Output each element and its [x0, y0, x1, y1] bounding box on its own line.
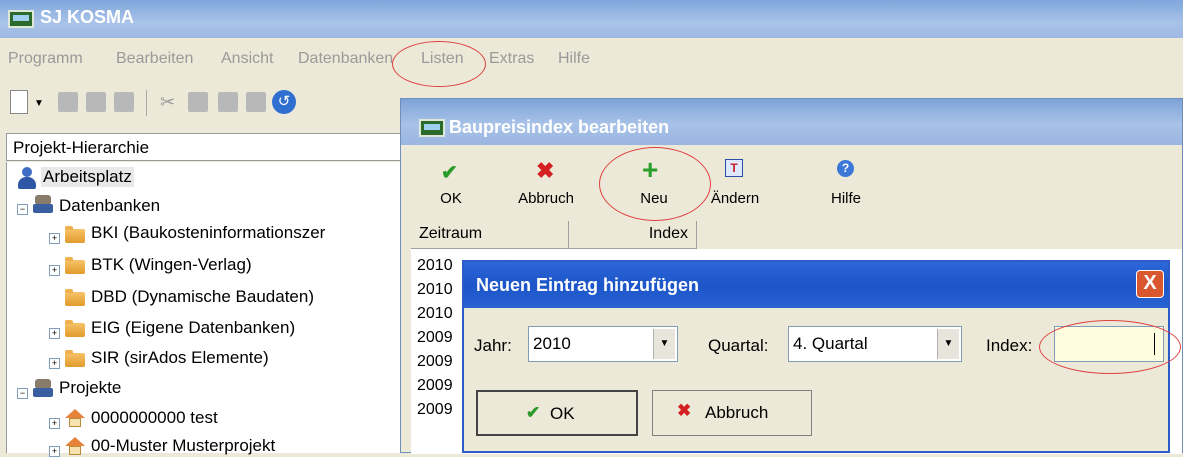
dialog-cancel-button[interactable]: ✖ Abbruch [652, 390, 812, 436]
tree-node-bki[interactable]: BKI (Baukosteninformationszer [91, 223, 325, 243]
baupreisindex-titlebar: Baupreisindex bearbeiten [401, 99, 1182, 145]
check-icon: ✔ [441, 162, 458, 184]
folder-icon [65, 257, 85, 274]
bp-edit-label: Ändern [710, 190, 760, 207]
collapse-icon[interactable]: − [17, 204, 28, 215]
open-icon[interactable] [58, 92, 78, 112]
year-select[interactable]: 2010 ▼ [528, 326, 678, 362]
dialog-titlebar: Neuen Eintrag hinzufügen X [464, 262, 1168, 308]
check-icon: ✔ [526, 403, 541, 422]
x-icon: ✖ [536, 158, 555, 183]
cut-icon[interactable]: ✂ [160, 92, 175, 113]
bp-edit-button[interactable]: T Ändern [705, 154, 765, 214]
database-group-icon [33, 195, 53, 213]
year-label: Jahr: [474, 336, 512, 355]
grid-cell-zeitraum[interactable]: 2009 [417, 401, 453, 419]
refresh-icon[interactable]: ↺ [272, 90, 296, 114]
workstation-icon [17, 167, 37, 189]
help-icon: ? [837, 160, 854, 177]
neu-highlight-circle [599, 147, 711, 221]
paste-icon[interactable] [218, 92, 238, 112]
listen-highlight-circle [392, 41, 486, 87]
project-tree[interactable]: Arbeitsplatz − Datenbanken + BKI (Baukos… [6, 162, 407, 457]
grid-cell-zeitraum[interactable]: 2009 [417, 377, 453, 395]
index-label: Index: [986, 336, 1033, 355]
toolbar: ▼ ✂ ↺ [0, 84, 410, 120]
expand-icon[interactable]: + [49, 233, 60, 244]
dropdown-arrow-icon[interactable]: ▼ [34, 98, 44, 109]
tree-node-sir[interactable]: SIR (sirAdos Elemente) [91, 348, 269, 368]
dialog-ok-button[interactable]: ✔ OK [476, 390, 638, 436]
menu-bearbeiten[interactable]: Bearbeiten [116, 50, 193, 68]
menu-datenbanken[interactable]: Datenbanken [298, 50, 393, 68]
grid-cell-zeitraum[interactable]: 2010 [417, 257, 453, 275]
tree-node-project[interactable]: 00-Muster Musterprojekt [91, 436, 275, 456]
save-icon[interactable] [86, 92, 106, 112]
tree-node-projekte[interactable]: Projekte [59, 378, 121, 398]
grid-cell-zeitraum[interactable]: 2009 [417, 353, 453, 371]
quarter-select[interactable]: 4. Quartal ▼ [788, 326, 962, 362]
index-highlight-circle [1039, 320, 1181, 374]
main-titlebar: SJ KOSMA [0, 0, 1183, 38]
menu-hilfe[interactable]: Hilfe [558, 50, 590, 68]
bp-ok-label: OK [440, 190, 462, 207]
tree-node-eig[interactable]: EIG (Eigene Datenbanken) [91, 318, 295, 338]
delete-icon[interactable] [246, 92, 266, 112]
baupreisindex-title: Baupreisindex bearbeiten [449, 117, 670, 137]
folder-icon [65, 289, 85, 306]
expand-icon[interactable]: + [49, 328, 60, 339]
folder-icon [65, 226, 85, 243]
tree-node-btk[interactable]: BTK (Wingen-Verlag) [91, 255, 252, 275]
close-icon[interactable]: X [1136, 270, 1164, 298]
collapse-icon[interactable]: − [17, 388, 28, 399]
bp-help-label: Hilfe [830, 190, 861, 207]
dialog-ok-label: OK [550, 404, 575, 423]
app-title: SJ KOSMA [40, 7, 135, 27]
expand-icon[interactable]: + [49, 418, 60, 429]
grid-cell-zeitraum[interactable]: 2010 [417, 281, 453, 299]
menu-extras[interactable]: Extras [489, 50, 534, 68]
edit-icon: T [725, 159, 743, 177]
menu-ansicht[interactable]: Ansicht [221, 50, 273, 68]
project-house-icon [65, 437, 85, 455]
grid-cell-zeitraum[interactable]: 2010 [417, 305, 453, 323]
expand-icon[interactable]: + [49, 265, 60, 276]
chevron-down-icon[interactable]: ▼ [653, 329, 675, 359]
bp-cancel-label: Abbruch [518, 190, 574, 207]
column-header-index[interactable]: Index [569, 221, 697, 249]
toolbar-separator [146, 90, 147, 116]
tree-node-dbd[interactable]: DBD (Dynamische Baudaten) [91, 287, 314, 307]
year-value: 2010 [533, 334, 571, 353]
expand-icon[interactable]: + [49, 358, 60, 369]
new-entry-dialog: Neuen Eintrag hinzufügen X Jahr: 2010 ▼ … [462, 260, 1181, 453]
bp-cancel-button[interactable]: ✖ Abbruch [506, 154, 586, 214]
grid-cell-zeitraum[interactable]: 2009 [417, 329, 453, 347]
folder-icon [65, 350, 85, 367]
column-header-zeitraum[interactable]: Zeitraum [411, 221, 569, 249]
menubar: Programm Bearbeiten Ansicht Datenbanken … [0, 41, 1183, 87]
expand-icon[interactable]: + [49, 446, 60, 457]
copy-icon[interactable] [188, 92, 208, 112]
dialog-cancel-label: Abbruch [705, 403, 769, 422]
new-document-icon[interactable] [10, 90, 28, 114]
bp-ok-button[interactable]: ✔ OK [431, 154, 471, 214]
dialog-title: Neuen Eintrag hinzufügen [476, 275, 699, 295]
projects-group-icon [33, 379, 53, 397]
tree-node-project[interactable]: 0000000000 test [91, 408, 218, 428]
app-icon [8, 10, 34, 28]
tree-header: Projekt-Hierarchie [6, 133, 406, 161]
print-icon[interactable] [114, 92, 134, 112]
chevron-down-icon[interactable]: ▼ [937, 329, 959, 359]
x-icon: ✖ [677, 401, 692, 420]
tree-node-arbeitsplatz[interactable]: Arbeitsplatz [41, 167, 134, 187]
project-house-icon [65, 409, 85, 427]
tree-node-datenbanken[interactable]: Datenbanken [59, 196, 160, 216]
quarter-value: 4. Quartal [793, 334, 868, 353]
folder-icon [65, 320, 85, 337]
quarter-label: Quartal: [708, 336, 769, 355]
bp-help-button[interactable]: ? Hilfe [826, 154, 866, 214]
window-icon [419, 119, 445, 137]
menu-programm[interactable]: Programm [8, 50, 83, 68]
